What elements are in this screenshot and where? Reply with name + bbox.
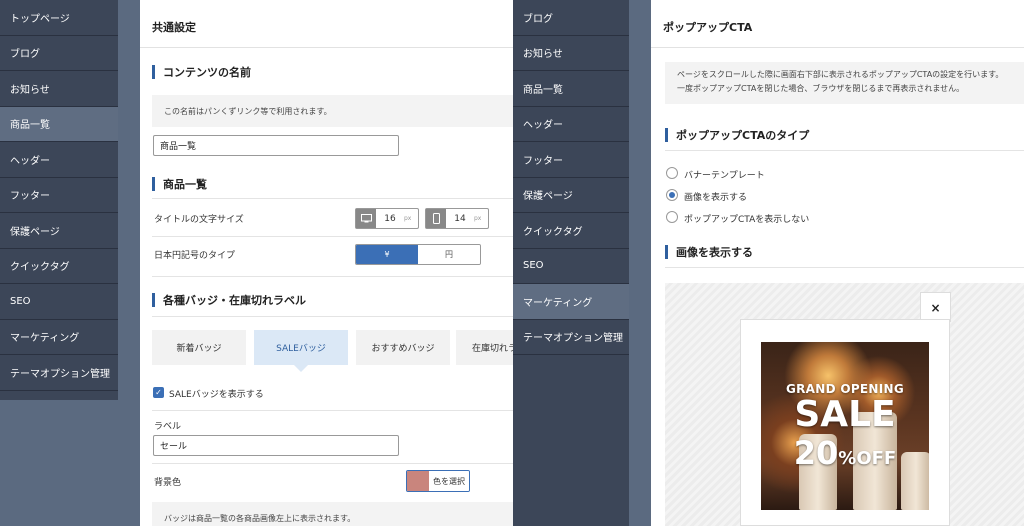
sidebar-item-news[interactable]: お知らせ	[0, 71, 118, 107]
sidebar-item-protected[interactable]: 保護ページ	[0, 213, 118, 249]
smartphone-icon	[426, 209, 446, 228]
content-name-input[interactable]: 商品一覧	[153, 135, 399, 156]
bg-color-label: 背景色	[154, 478, 182, 488]
title-size-label: タイトルの文字サイズ	[154, 215, 244, 225]
option-hide-popup: ポップアップCTAを表示しない	[684, 215, 810, 225]
pc-size-value: 16	[384, 213, 396, 224]
desc-line-2: 一度ポップアップCTAを閉じた場合、ブラウザを閉じるまで再表示されません。	[677, 84, 965, 94]
sidebar-left: トップページ ブログ お知らせ 商品一覧 ヘッダー フッター 保護ページ クイッ…	[0, 0, 118, 400]
popup-cta-panel: ポップアップCTA ページをスクロールした際に画面右下部に表示されるポップアップ…	[651, 0, 1024, 526]
sidebar-item-marketing[interactable]: マーケティング	[513, 284, 629, 320]
tab-sale-badge[interactable]: SALEバッジ	[254, 330, 348, 365]
radio-banner-template[interactable]	[666, 167, 678, 179]
popup-preview: GRAND OPENING SALE 20%OFF	[740, 319, 950, 526]
sidebar-item-news[interactable]: お知らせ	[513, 36, 629, 71]
section-title-cta-type: ポップアップCTAのタイプ	[665, 128, 809, 142]
section-title-product-list: 商品一覧	[152, 177, 207, 191]
sidebar-item-header[interactable]: ヘッダー	[0, 142, 118, 178]
popup-preview-area: × GRAND OPENING SALE 20%OFF	[665, 283, 1024, 526]
divider	[665, 267, 1024, 268]
sidebar-item-marketing[interactable]: マーケティング	[0, 320, 118, 355]
badge-label-input[interactable]: セール	[153, 435, 399, 456]
tab-new-badge[interactable]: 新着バッジ	[152, 330, 246, 365]
sidebar-item-footer[interactable]: フッター	[513, 142, 629, 178]
pc-size-unit: px	[404, 215, 412, 222]
sidebar-item-blog[interactable]: ブログ	[0, 36, 118, 71]
sale-line-2: SALE	[794, 394, 896, 435]
sidebar-item-protected[interactable]: 保護ページ	[513, 178, 629, 213]
sidebar-item-quicktag[interactable]: クイックタグ	[0, 249, 118, 284]
radio-show-image[interactable]	[666, 189, 678, 201]
section-title-content-name: コンテンツの名前	[152, 65, 251, 79]
color-swatch	[407, 471, 429, 491]
option-banner-template: バナーテンプレート	[684, 171, 765, 181]
section-title-show-image: 画像を表示する	[665, 245, 753, 259]
divider	[665, 150, 1024, 151]
option-show-image: 画像を表示する	[684, 193, 748, 203]
divider	[152, 316, 513, 317]
badge-note: バッジは商品一覧の各商品画像左上に表示されます。	[152, 502, 513, 526]
yen-option-kanji[interactable]: 円	[418, 245, 480, 264]
sidebar-item-quicktag[interactable]: クイックタグ	[513, 213, 629, 249]
sidebar-item-products[interactable]: 商品一覧	[0, 106, 118, 142]
sidebar-item-header[interactable]: ヘッダー	[513, 107, 629, 142]
sale-banner-image: GRAND OPENING SALE 20%OFF	[761, 342, 929, 510]
popup-cta-desc: ページをスクロールした際に画面右下部に表示されるポップアップCTAの設定を行いま…	[665, 62, 1024, 104]
tab-recommend-badge[interactable]: おすすめバッジ	[356, 330, 450, 365]
radio-hide-popup[interactable]	[666, 211, 678, 223]
sp-size-input[interactable]: 14 px	[425, 208, 489, 229]
sidebar-item-theme-options[interactable]: テーマオプション管理	[513, 320, 629, 355]
sidebar-item-seo[interactable]: SEO	[513, 249, 629, 284]
tab-soldout-label[interactable]: 在庫切れラ	[456, 330, 513, 365]
label-title: ラベル	[154, 422, 182, 432]
sidebar-item-blog[interactable]: ブログ	[513, 0, 629, 36]
desc-line-1: ページをスクロールした際に画面右下部に表示されるポップアップCTAの設定を行いま…	[677, 70, 1004, 79]
color-picker-label: 色を選択	[429, 471, 469, 491]
tab-indicator	[294, 365, 308, 372]
sidebar-right: ブログ お知らせ 商品一覧 ヘッダー フッター 保護ページ クイックタグ SEO…	[513, 0, 629, 526]
content-name-desc: この名前はパンくずリンク等で利用されます。	[152, 95, 513, 127]
sale-percent-off: %OFF	[838, 448, 897, 469]
divider	[152, 276, 513, 277]
monitor-icon	[356, 209, 376, 228]
sp-size-unit: px	[474, 215, 482, 222]
sidebar-item-theme-options[interactable]: テーマオプション管理	[0, 355, 118, 391]
bg-color-picker-button[interactable]: 色を選択	[406, 470, 470, 492]
section-title-badges: 各種バッジ・在庫切れラベル	[152, 293, 306, 307]
pc-size-input[interactable]: 16 px	[355, 208, 419, 229]
panel-title: ポップアップCTA	[651, 6, 1024, 48]
yen-option-symbol[interactable]: ¥	[356, 245, 418, 264]
sale-badge-show-label: SALEバッジを表示する	[169, 390, 264, 400]
sale-percent-value: 20	[793, 434, 839, 472]
sale-badge-checkbox[interactable]: ✓	[153, 387, 164, 398]
divider	[152, 410, 513, 411]
divider	[152, 198, 513, 199]
sidebar-item-products[interactable]: 商品一覧	[513, 71, 629, 107]
sp-size-value: 14	[454, 213, 466, 224]
sidebar-item-footer[interactable]: フッター	[0, 178, 118, 213]
divider	[152, 463, 513, 464]
yen-type-label: 日本円記号のタイプ	[154, 251, 236, 261]
divider	[152, 236, 513, 237]
common-settings-panel: 共通設定 コンテンツの名前 この名前はパンくずリンク等で利用されます。 商品一覧…	[140, 0, 513, 526]
yen-type-toggle: ¥ 円	[355, 244, 481, 265]
sidebar-item-top[interactable]: トップページ	[0, 0, 118, 36]
sidebar-item-seo[interactable]: SEO	[0, 284, 118, 320]
panel-title: 共通設定	[140, 6, 513, 48]
close-icon[interactable]: ×	[920, 292, 951, 322]
sale-line-3: 20%OFF	[761, 436, 929, 479]
